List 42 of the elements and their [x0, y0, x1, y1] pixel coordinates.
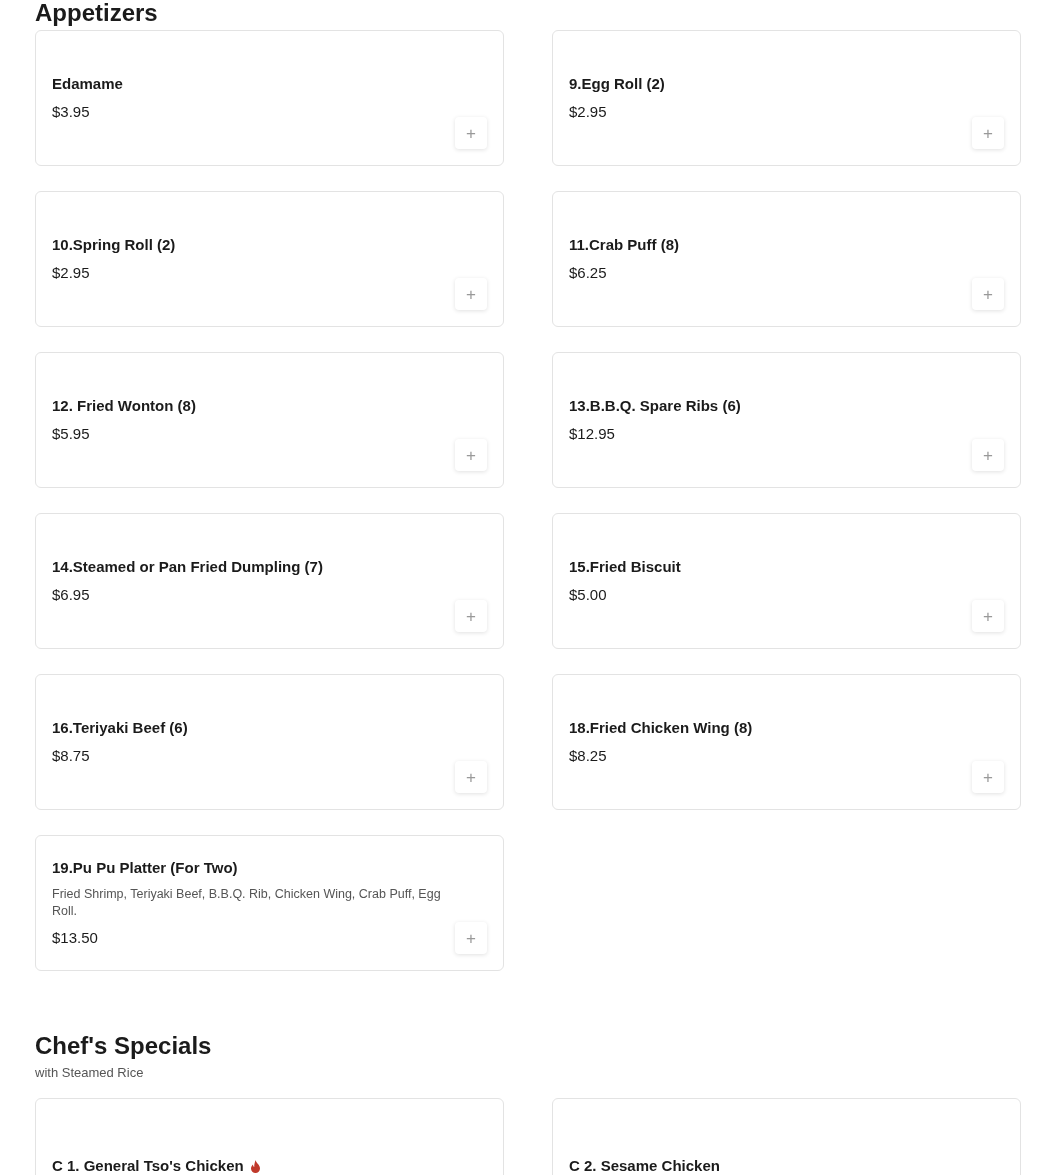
item-price: $2.95	[569, 102, 608, 122]
item-name: 14.Steamed or Pan Fried Dumpling (7)	[52, 557, 323, 577]
menu-item-card[interactable]: 9.Egg Roll (2) $2.95 +	[552, 30, 1021, 166]
section-heading: Chef's Specials	[35, 1033, 213, 1059]
section-subtitle: with Steamed Rice	[35, 1065, 145, 1080]
item-price: $5.95	[52, 424, 91, 444]
item-name: 12. Fried Wonton (8)	[52, 396, 196, 416]
item-price: $5.00	[569, 585, 608, 605]
item-name: 11.Crab Puff (8)	[569, 235, 680, 255]
item-name: C 2. Sesame Chicken	[569, 1156, 720, 1175]
item-price: $3.95	[52, 102, 91, 122]
item-price: $13.50	[52, 928, 99, 948]
menu-item-card[interactable]: C 1. General Tso's Chicken	[35, 1098, 504, 1175]
menu-item-card[interactable]: 14.Steamed or Pan Fried Dumpling (7) $6.95 +	[35, 513, 504, 649]
item-name: 16.Teriyaki Beef (6)	[52, 718, 188, 738]
item-price: $8.75	[52, 746, 91, 766]
menu-item-card[interactable]: Edamame $3.95 +	[35, 30, 504, 166]
item-name: 9.Egg Roll (2)	[569, 74, 665, 94]
item-price: $12.95	[569, 424, 616, 444]
item-price: $2.95	[52, 263, 91, 283]
item-name: 10.Spring Roll (2)	[52, 235, 176, 255]
menu-item-card[interactable]: 18.Fried Chicken Wing (8) $8.25 +	[552, 674, 1021, 810]
item-price: $6.95	[52, 585, 91, 605]
item-name: Edamame	[52, 74, 123, 94]
item-name: C 1. General Tso's Chicken	[52, 1156, 244, 1175]
section-heading: Appetizers	[35, 0, 159, 26]
item-name: 19.Pu Pu Platter (For Two)	[52, 858, 238, 878]
menu-item-card[interactable]: 11.Crab Puff (8) $6.25 +	[552, 191, 1021, 327]
item-name: 15.Fried Biscuit	[569, 557, 681, 577]
menu-item-card[interactable]: 13.B.B.Q. Spare Ribs (6) $12.95 +	[552, 352, 1021, 488]
menu-item-card[interactable]: 10.Spring Roll (2) $2.95 +	[35, 191, 504, 327]
item-name: 13.B.B.Q. Spare Ribs (6)	[569, 396, 741, 416]
item-price: $6.25	[569, 263, 608, 283]
item-name: 18.Fried Chicken Wing (8)	[569, 718, 753, 738]
item-price: $8.25	[569, 746, 608, 766]
menu-item-card[interactable]: 16.Teriyaki Beef (6) $8.75 +	[35, 674, 504, 810]
flame-icon	[249, 1159, 261, 1173]
menu-item-card[interactable]: 12. Fried Wonton (8) $5.95 +	[35, 352, 504, 488]
item-description: Fried Shrimp, Teriyaki Beef, B.B.Q. Rib, Chicken Wing, Crab Puff, Egg Roll.	[52, 886, 442, 920]
menu-item-card[interactable]: 15.Fried Biscuit $5.00 +	[552, 513, 1021, 649]
menu-item-card[interactable]: 19.Pu Pu Platter (For Two) Fried Shrimp, Teriyaki Beef, B.B.Q. Rib, Chicken Wing, Crab Puff, Egg Roll. $13.50 +	[35, 835, 504, 971]
menu-item-card[interactable]: C 2. Sesame Chicken	[552, 1098, 1021, 1175]
